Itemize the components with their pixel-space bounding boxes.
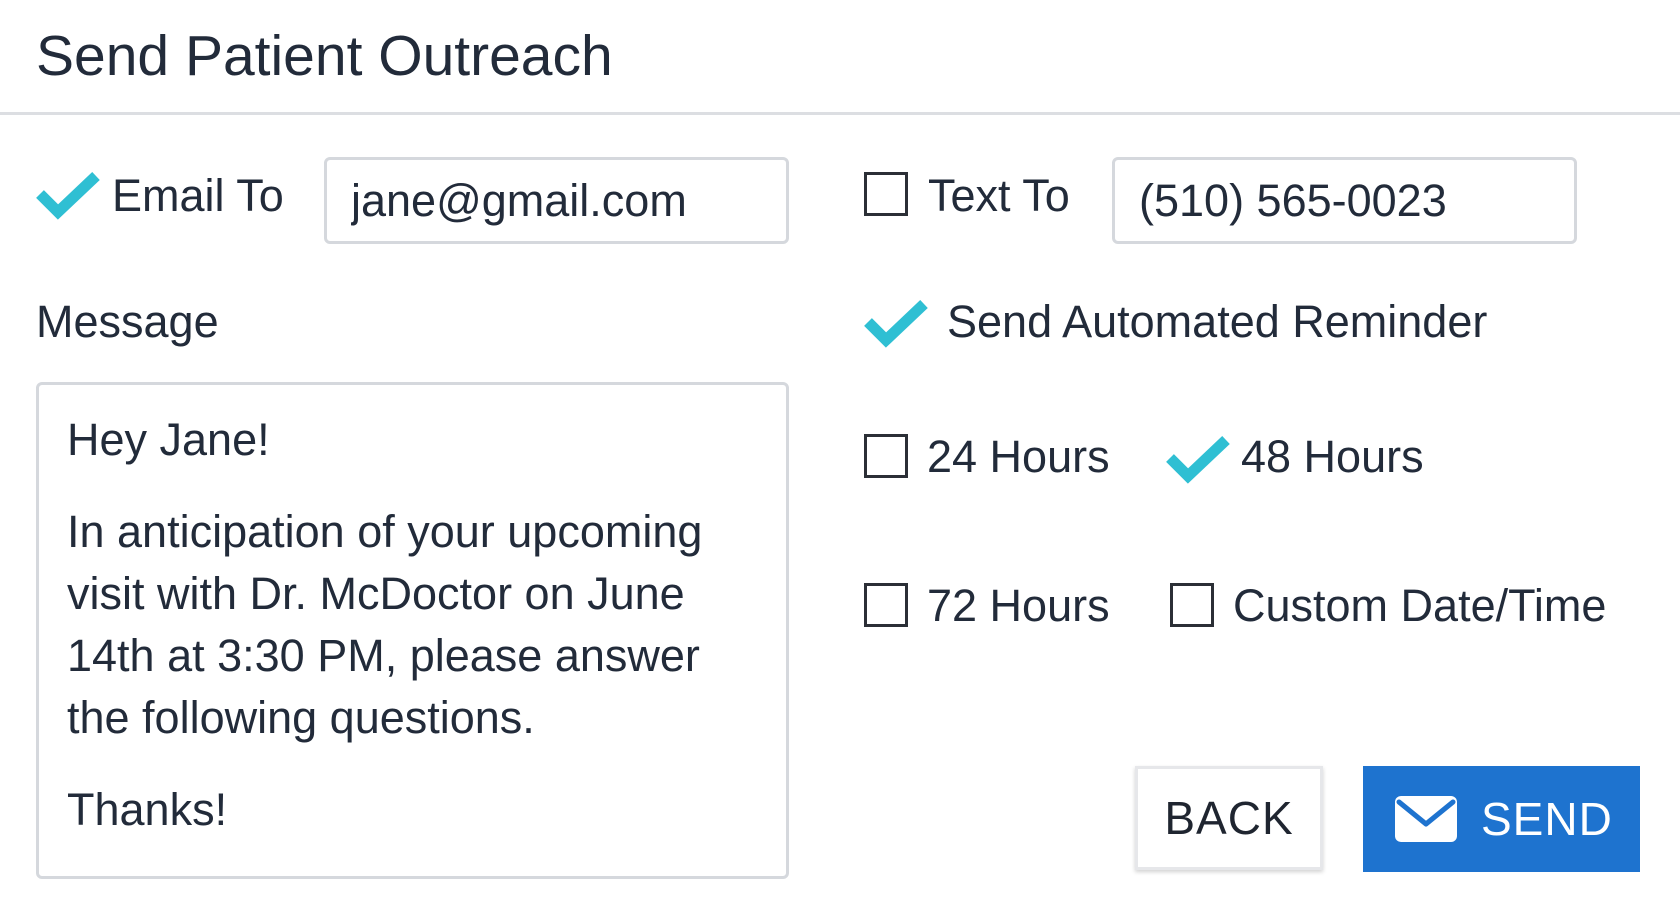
reminder-custom-label: Custom Date/Time — [1233, 580, 1607, 631]
reminder-24-hours-label: 24 Hours — [927, 431, 1110, 482]
message-textarea[interactable]: Hey Jane! In anticipation of your upcomi… — [36, 382, 789, 879]
header: Send Patient Outreach — [0, 0, 1680, 115]
page-title: Send Patient Outreach — [36, 24, 613, 88]
reminder-72-hours-checkbox[interactable] — [864, 583, 908, 627]
send-automated-reminder-label: Send Automated Reminder — [947, 296, 1488, 347]
back-button[interactable]: BACK — [1135, 766, 1323, 870]
reminder-24-hours-checkbox[interactable] — [864, 434, 908, 478]
envelope-icon — [1393, 794, 1459, 844]
back-button-label: BACK — [1164, 792, 1294, 844]
message-body: In anticipation of your upcoming visit w… — [67, 506, 703, 743]
email-checkbox-checked-icon[interactable] — [36, 170, 100, 220]
message-greeting: Hey Jane! — [67, 414, 270, 465]
reminder-48-hours-label: 48 Hours — [1241, 431, 1424, 482]
reminder-72-hours-label: 72 Hours — [927, 580, 1110, 631]
email-field[interactable] — [324, 157, 789, 244]
phone-field[interactable] — [1112, 157, 1577, 244]
send-button[interactable]: SEND — [1363, 766, 1640, 872]
send-button-label: SEND — [1481, 793, 1613, 845]
message-label: Message — [36, 296, 219, 347]
message-signoff: Thanks! — [67, 784, 228, 835]
reminder-48-hours-checked-icon[interactable] — [1166, 434, 1230, 484]
reminder-custom-checkbox[interactable] — [1170, 583, 1214, 627]
text-to-label: Text To — [928, 170, 1070, 221]
email-to-label: Email To — [112, 170, 284, 221]
reminder-checkbox-checked-icon[interactable] — [864, 298, 928, 348]
text-to-checkbox[interactable] — [864, 172, 908, 216]
